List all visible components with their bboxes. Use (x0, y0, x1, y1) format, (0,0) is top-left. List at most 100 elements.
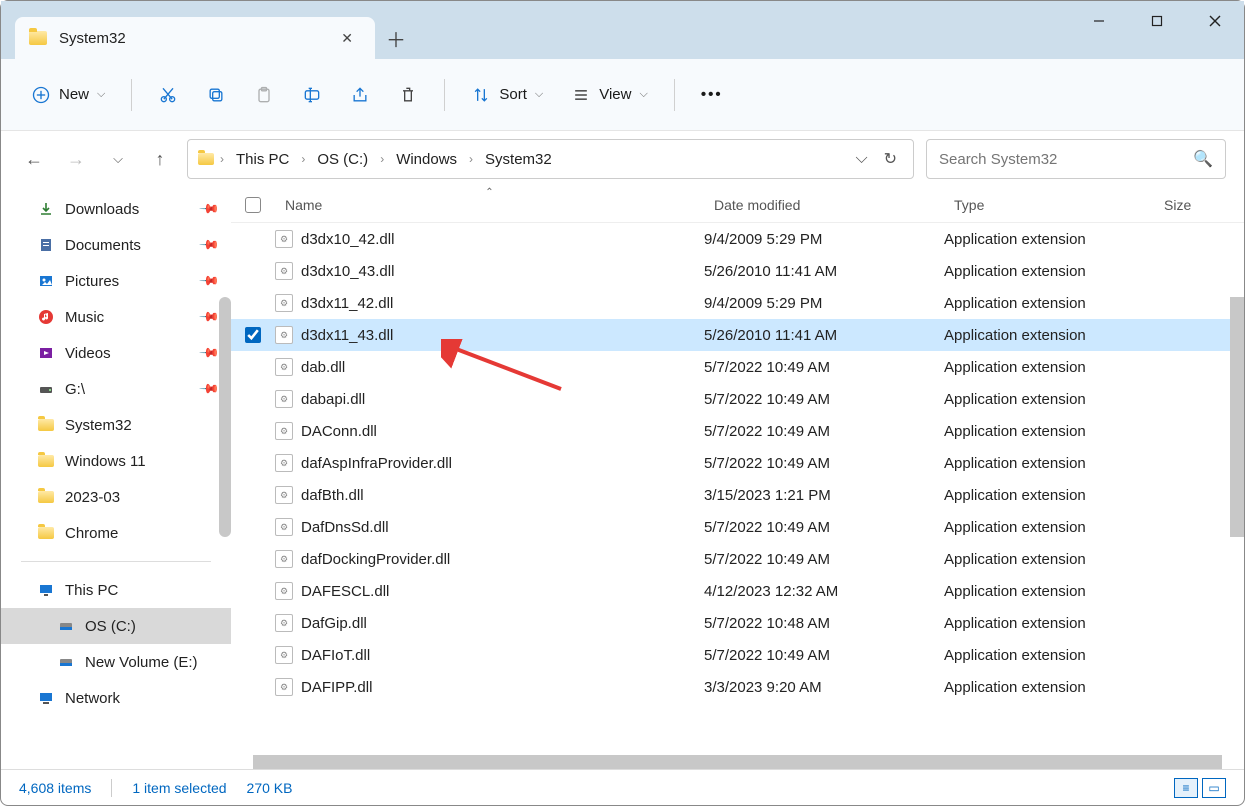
back-button[interactable]: ← (19, 144, 49, 174)
sidebar-item[interactable]: Videos📌 (1, 335, 231, 371)
file-name-cell[interactable]: ⚙d3dx11_43.dll (275, 326, 704, 344)
rename-button[interactable] (292, 79, 332, 111)
file-name-cell[interactable]: ⚙dafDockingProvider.dll (275, 550, 704, 568)
new-tab-button[interactable]: ＋ (375, 17, 417, 59)
sort-button[interactable]: Sort ⌵ (461, 79, 553, 111)
sidebar-item[interactable]: Windows 11 (1, 443, 231, 479)
file-row[interactable]: ⚙dafAspInfraProvider.dll 5/7/2022 10:49 … (231, 447, 1244, 479)
dll-file-icon: ⚙ (275, 262, 293, 280)
breadcrumb-system32[interactable]: System32 (479, 147, 558, 172)
sidebar-item[interactable]: Music📌 (1, 299, 231, 335)
file-name-cell[interactable]: ⚙DafDnsSd.dll (275, 518, 704, 536)
sidebar-scrollbar[interactable] (219, 297, 231, 537)
file-name-cell[interactable]: ⚙DAConn.dll (275, 422, 704, 440)
sidebar-item[interactable]: Network (1, 680, 231, 716)
file-name-cell[interactable]: ⚙d3dx10_42.dll (275, 230, 704, 248)
file-name-cell[interactable]: ⚙dafAspInfraProvider.dll (275, 454, 704, 472)
refresh-button[interactable]: ↻ (878, 145, 903, 173)
details-view-button[interactable]: ≡ (1174, 778, 1198, 798)
file-row[interactable]: ⚙d3dx11_43.dll 5/26/2010 11:41 AM Applic… (231, 319, 1244, 351)
file-date-cell: 5/7/2022 10:49 AM (704, 647, 944, 664)
sidebar-item[interactable]: Documents📌 (1, 227, 231, 263)
address-bar[interactable]: › This PC › OS (C:) › Windows › System32… (187, 139, 914, 179)
sidebar-item[interactable]: OS (C:) (1, 608, 231, 644)
view-button[interactable]: View ⌵ (561, 79, 658, 111)
file-row[interactable]: ⚙dab.dll 5/7/2022 10:49 AM Application e… (231, 351, 1244, 383)
file-name-cell[interactable]: ⚙DafGip.dll (275, 614, 704, 632)
sidebar-item[interactable]: New Volume (E:) (1, 644, 231, 680)
file-name: DafGip.dll (301, 615, 367, 632)
breadcrumb-windows[interactable]: Windows (390, 147, 463, 172)
file-name-cell[interactable]: ⚙DAFESCL.dll (275, 582, 704, 600)
disk-icon (57, 653, 75, 671)
sidebar-item[interactable]: G:\📌 (1, 371, 231, 407)
search-box[interactable]: 🔍 (926, 139, 1226, 179)
file-row[interactable]: ⚙dafBth.dll 3/15/2023 1:21 PM Applicatio… (231, 479, 1244, 511)
file-row[interactable]: ⚙dabapi.dll 5/7/2022 10:49 AM Applicatio… (231, 383, 1244, 415)
minimize-button[interactable] (1070, 1, 1128, 41)
column-date[interactable]: Date modified (704, 197, 944, 213)
file-type-cell: Application extension (944, 455, 1154, 472)
close-button[interactable] (1186, 1, 1244, 41)
copy-button[interactable] (196, 79, 236, 111)
maximize-button[interactable] (1128, 1, 1186, 41)
up-button[interactable]: ↑ (145, 144, 175, 174)
recent-button[interactable]: ⌵ (103, 144, 133, 174)
address-dropdown-button[interactable]: ⌵ (849, 146, 873, 172)
file-name-cell[interactable]: ⚙dabapi.dll (275, 390, 704, 408)
navigation-pane[interactable]: Downloads📌Documents📌Pictures📌Music📌Video… (1, 187, 231, 769)
column-size[interactable]: Size (1154, 197, 1224, 213)
sidebar-item[interactable]: System32 (1, 407, 231, 443)
file-name-cell[interactable]: ⚙DAFIPP.dll (275, 678, 704, 696)
sidebar-item[interactable]: Pictures📌 (1, 263, 231, 299)
sidebar-item-label: Pictures (65, 273, 119, 290)
sidebar-item[interactable]: Chrome (1, 515, 231, 551)
forward-button[interactable]: → (61, 144, 91, 174)
horizontal-scrollbar[interactable] (253, 755, 1222, 769)
search-icon[interactable]: 🔍 (1193, 149, 1213, 169)
breadcrumb-os-c[interactable]: OS (C:) (311, 147, 374, 172)
row-checkbox[interactable] (231, 327, 275, 343)
file-name-cell[interactable]: ⚙DAFIoT.dll (275, 646, 704, 664)
file-row[interactable]: ⚙DAFIoT.dll 5/7/2022 10:49 AM Applicatio… (231, 639, 1244, 671)
cut-button[interactable] (148, 79, 188, 111)
breadcrumb-this-pc[interactable]: This PC (230, 147, 295, 172)
file-row[interactable]: ⚙DAFESCL.dll 4/12/2023 12:32 AM Applicat… (231, 575, 1244, 607)
thumbnails-view-button[interactable]: ▭ (1202, 778, 1226, 798)
new-button[interactable]: New ⌵ (21, 79, 115, 111)
search-input[interactable] (939, 151, 1193, 168)
file-row[interactable]: ⚙d3dx10_42.dll 9/4/2009 5:29 PM Applicat… (231, 223, 1244, 255)
chevron-right-icon: › (299, 152, 307, 166)
pc-icon (37, 581, 55, 599)
file-row[interactable]: ⚙dafDockingProvider.dll 5/7/2022 10:49 A… (231, 543, 1244, 575)
sidebar-item[interactable]: Downloads📌 (1, 191, 231, 227)
video-icon (37, 344, 55, 362)
file-row[interactable]: ⚙d3dx11_42.dll 9/4/2009 5:29 PM Applicat… (231, 287, 1244, 319)
file-date-cell: 4/12/2023 12:32 AM (704, 583, 944, 600)
more-button[interactable]: ••• (691, 80, 733, 109)
file-name-cell[interactable]: ⚙dafBth.dll (275, 486, 704, 504)
file-name-cell[interactable]: ⚙d3dx10_43.dll (275, 262, 704, 280)
file-name-cell[interactable]: ⚙dab.dll (275, 358, 704, 376)
tab-close-button[interactable]: ✕ (333, 26, 361, 51)
sidebar-item-label: New Volume (E:) (85, 654, 198, 671)
file-row[interactable]: ⚙DafDnsSd.dll 5/7/2022 10:49 AM Applicat… (231, 511, 1244, 543)
sidebar-item[interactable]: This PC (1, 572, 231, 608)
share-button[interactable] (340, 79, 380, 111)
file-row[interactable]: ⚙DAConn.dll 5/7/2022 10:49 AM Applicatio… (231, 415, 1244, 447)
status-selection: 1 item selected (132, 780, 226, 796)
vertical-scrollbar[interactable] (1230, 297, 1244, 537)
file-row[interactable]: ⚙d3dx10_43.dll 5/26/2010 11:41 AM Applic… (231, 255, 1244, 287)
select-all-checkbox[interactable] (231, 197, 275, 213)
column-type[interactable]: Type (944, 197, 1154, 213)
column-name[interactable]: ⌃Name (275, 197, 704, 213)
file-row[interactable]: ⚙DafGip.dll 5/7/2022 10:48 AM Applicatio… (231, 607, 1244, 639)
active-tab[interactable]: System32 ✕ (15, 17, 375, 59)
paste-button[interactable] (244, 79, 284, 111)
file-name-cell[interactable]: ⚙d3dx11_42.dll (275, 294, 704, 312)
file-row[interactable]: ⚙DAFIPP.dll 3/3/2023 9:20 AM Application… (231, 671, 1244, 703)
file-name: DAFIPP.dll (301, 679, 372, 696)
delete-button[interactable] (388, 79, 428, 111)
titlebar: System32 ✕ ＋ (1, 1, 1244, 59)
sidebar-item[interactable]: 2023-03 (1, 479, 231, 515)
